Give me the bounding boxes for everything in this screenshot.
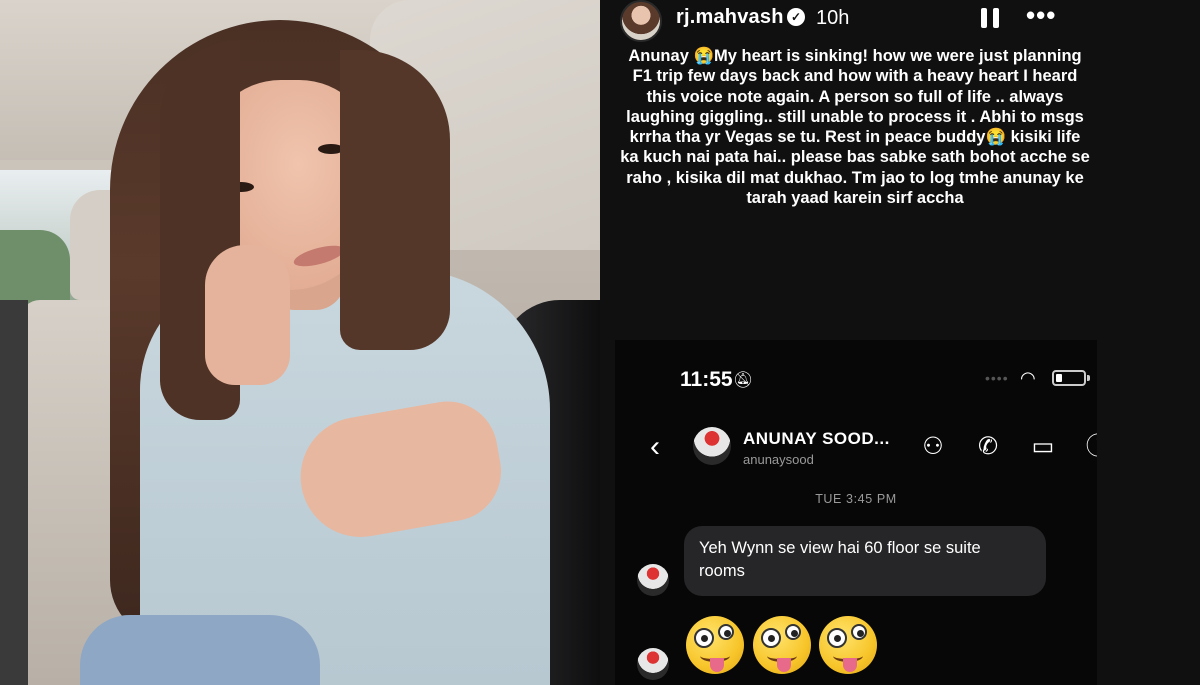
profile-photo	[0, 0, 600, 685]
info-icon[interactable]: ⓘ	[1083, 432, 1097, 462]
message-date-stamp: TUE 3:45 PM	[815, 492, 897, 506]
hair-strand-right	[340, 50, 450, 350]
window-trees	[0, 230, 70, 305]
story-time-ago: 10h	[816, 7, 850, 29]
zany-face-emoji	[819, 616, 877, 674]
phone-icon[interactable]: ✆	[973, 432, 1003, 462]
story-avatar[interactable]	[620, 0, 662, 42]
back-arrow-icon[interactable]: ‹	[650, 432, 660, 462]
bell-off-icon: 🔕︎	[733, 372, 754, 389]
effects-icon[interactable]: ⚇	[918, 432, 948, 462]
battery-icon	[1052, 370, 1086, 386]
dm-contact-handle: anunaysood	[743, 452, 814, 467]
video-camera-icon[interactable]: ▭	[1028, 432, 1058, 462]
dm-contact-name[interactable]: ANUNAY SOOD...	[743, 429, 890, 449]
instagram-story: rj.mahvash ✓ 10h ••• Anunay 😭My heart is…	[600, 0, 1200, 685]
message-bubble[interactable]: Yeh Wynn se view hai 60 floor se suite r…	[684, 526, 1046, 596]
story-caption: Anunay 😭My heart is sinking! how we were…	[620, 47, 1090, 208]
wifi-icon: ◠	[1020, 368, 1036, 388]
signal-icon: ••••	[985, 370, 1009, 386]
status-bar-time: 11:55	[680, 368, 733, 391]
zany-face-emoji	[686, 616, 744, 674]
dm-avatar[interactable]	[693, 427, 731, 465]
zany-face-emoji	[753, 616, 811, 674]
story-header: rj.mahvash ✓ 10h •••	[600, 0, 1200, 42]
verified-badge-icon: ✓	[787, 8, 805, 26]
seat-belt	[0, 300, 28, 685]
message-avatar	[637, 564, 669, 596]
dm-screenshot: 11:55 🔕︎ •••• ◠ ‹ ANUNAY SOOD... anunays…	[615, 340, 1097, 685]
jeans	[80, 615, 320, 685]
story-username[interactable]: rj.mahvash	[676, 6, 784, 29]
more-options-icon[interactable]: •••	[1026, 2, 1056, 28]
pause-icon[interactable]	[981, 8, 999, 28]
hand-on-cheek	[205, 245, 290, 385]
message-avatar	[637, 648, 669, 680]
battery-tip	[1087, 375, 1090, 381]
